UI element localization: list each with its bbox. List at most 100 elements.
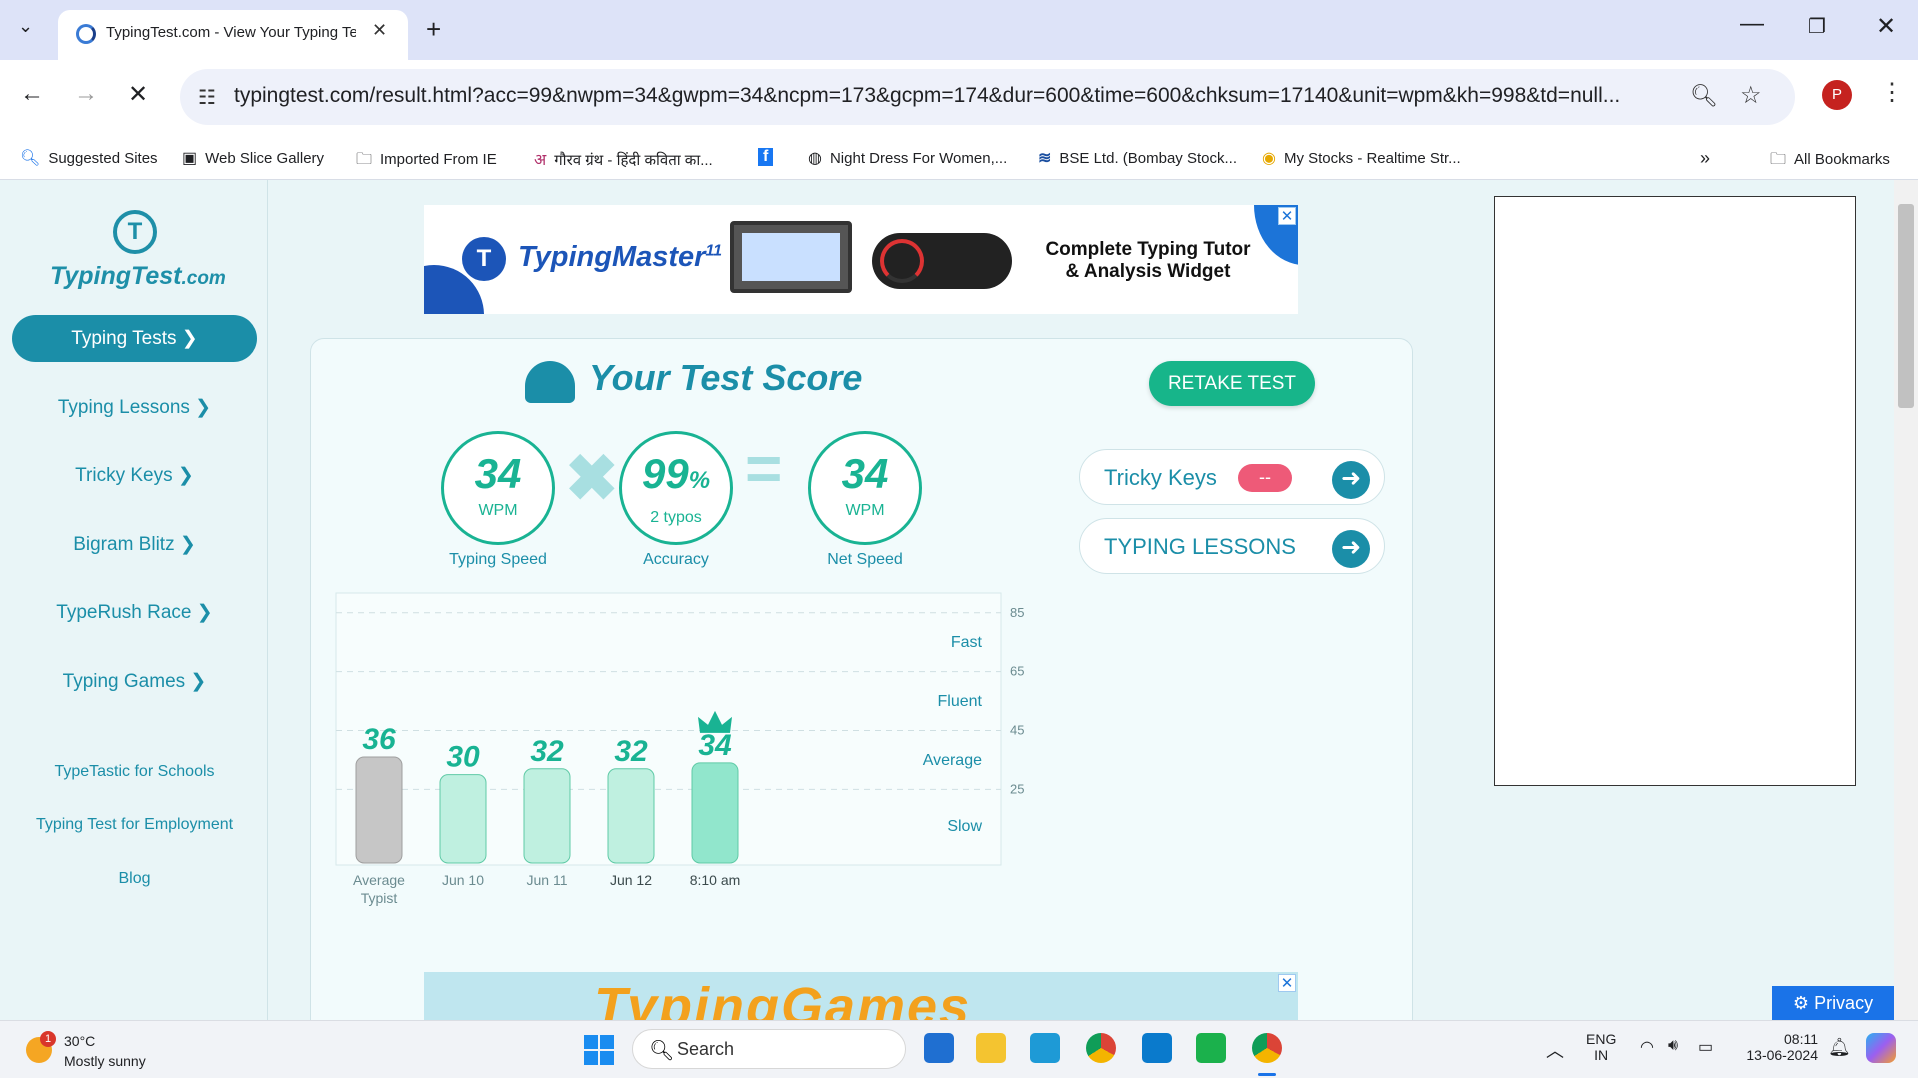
minimize-icon[interactable]: — xyxy=(1740,10,1764,38)
typing-lessons-pill[interactable]: TYPING LESSONS ➜ xyxy=(1079,518,1385,574)
more-bookmarks-icon[interactable]: » xyxy=(1700,148,1710,169)
sidebar-link-typetastic[interactable]: TypeTastic for Schools xyxy=(12,763,257,781)
speedometer-icon xyxy=(525,361,575,403)
sidebar-item-bigram-blitz[interactable]: Bigram Blitz ❯ xyxy=(12,533,257,556)
bookmark-bse[interactable]: ≋ BSE Ltd. (Bombay Stock... xyxy=(1038,148,1237,168)
bookmark-hindi-kavita[interactable]: अ गौरव ग्रंथ - हिंदी कविता का... xyxy=(534,148,713,170)
zone-label: Fast xyxy=(951,634,983,651)
windows-start-icon[interactable] xyxy=(584,1035,614,1065)
chart-bar xyxy=(607,768,655,864)
active-tab[interactable]: TypingTest.com - View Your Typing Te ✕ xyxy=(58,10,408,60)
sidebar: T TypingTest.com Typing Tests ❯ Typing L… xyxy=(0,180,268,1020)
bar-value-label: 32 xyxy=(530,735,564,768)
equals-icon: = xyxy=(745,432,783,504)
folder-icon: 🗀 xyxy=(1770,151,1787,168)
net-speed-unit: WPM xyxy=(845,502,885,519)
language-indicator[interactable]: ENG IN xyxy=(1586,1031,1616,1063)
tray-overflow-icon[interactable]: ︿ xyxy=(1546,1037,1564,1063)
net-speed-value: 34 xyxy=(841,450,889,497)
ad-tagline-2: & Analysis Widget xyxy=(1065,261,1231,282)
typingmaster-logo-icon: T xyxy=(462,237,506,281)
ad-banner-bottom[interactable]: TypingGames ✕ xyxy=(424,972,1298,1020)
typing-speed-value: 34 xyxy=(474,450,522,497)
typing-speed-circle: 34 WPM xyxy=(441,431,555,545)
ad-brand: TypingMaster xyxy=(518,241,706,273)
window-close-icon[interactable]: ✕ xyxy=(1876,12,1896,41)
sidebar-item-tricky-keys[interactable]: Tricky Keys ❯ xyxy=(12,464,257,487)
notifications-icon[interactable]: 🔔︎ xyxy=(1828,1037,1851,1058)
sidebar-link-blog[interactable]: Blog xyxy=(12,870,257,888)
bookmark-my-stocks[interactable]: ◉ My Stocks - Realtime Str... xyxy=(1262,148,1461,168)
file-explorer-icon[interactable] xyxy=(976,1033,1006,1063)
weather-condition: Mostly sunny xyxy=(64,1053,146,1069)
zoom-icon[interactable]: 🔍︎ xyxy=(1690,83,1718,109)
copilot-icon[interactable] xyxy=(1866,1033,1896,1063)
clock-time: 08:11 xyxy=(1784,1031,1818,1047)
y-tick-label: 25 xyxy=(1010,781,1024,796)
new-tab-icon[interactable]: + xyxy=(426,14,441,45)
site-info-icon[interactable]: ☷ xyxy=(198,85,216,110)
chart-bar xyxy=(523,768,571,864)
browser-menu-icon[interactable]: ⋮ xyxy=(1880,78,1904,107)
sidebar-item-typing-tests[interactable]: Typing Tests ❯ xyxy=(12,315,257,362)
temperature: 30°C xyxy=(64,1033,96,1049)
all-bookmarks[interactable]: 🗀 All Bookmarks xyxy=(1770,148,1890,175)
tab-close-icon[interactable]: ✕ xyxy=(372,20,387,41)
bookmark-suggested-sites[interactable]: 🔍︎ Suggested Sites xyxy=(20,148,158,168)
x-tick-label: Jun 11 xyxy=(527,872,568,888)
ad-version: 11 xyxy=(705,242,723,260)
ad-close-icon[interactable]: ✕ xyxy=(1278,974,1296,992)
battery-icon[interactable]: ▭ xyxy=(1698,1037,1713,1057)
back-icon[interactable]: ← xyxy=(20,80,44,108)
typing-lessons-label: TYPING LESSONS xyxy=(1104,534,1296,559)
gear-icon: ⚙ xyxy=(1792,993,1815,1013)
bookmark-night-dress[interactable]: ◍ Night Dress For Women,... xyxy=(808,148,1007,168)
ad-close-icon[interactable]: ✕ xyxy=(1278,207,1296,225)
x-tick-label: Typist xyxy=(361,890,398,906)
scrollbar-thumb[interactable] xyxy=(1898,204,1914,408)
stop-loading-icon[interactable]: ✕ xyxy=(128,80,148,109)
profile-avatar[interactable]: P xyxy=(1822,80,1852,110)
address-bar[interactable]: ☷ typingtest.com/result.html?acc=99&nwpm… xyxy=(180,69,1795,125)
clock[interactable]: 08:11 13-06-2024 xyxy=(1740,1031,1818,1063)
tab-search-chevron-icon[interactable]: ⌄ xyxy=(18,16,33,37)
chrome-profile-icon[interactable] xyxy=(1252,1033,1282,1063)
stocks-icon: ◉ xyxy=(1262,150,1276,167)
restore-icon[interactable]: ❐ xyxy=(1808,14,1826,39)
sidebar-item-typerush-race[interactable]: TypeRush Race ❯ xyxy=(12,601,257,624)
arrow-right-icon[interactable]: ➜ xyxy=(1332,530,1370,568)
sidebar-item-typing-lessons[interactable]: Typing Lessons ❯ xyxy=(12,396,257,419)
stock-app-icon[interactable] xyxy=(1196,1033,1226,1063)
facebook-icon: f xyxy=(758,148,774,166)
sidebar-item-typing-games[interactable]: Typing Games ❯ xyxy=(12,670,257,693)
bookmark-imported-from-ie[interactable]: 🗀 Imported From IE xyxy=(356,148,497,175)
notepad-icon[interactable] xyxy=(924,1033,954,1063)
wifi-icon[interactable]: ◠ xyxy=(1640,1037,1654,1057)
vscode-icon[interactable] xyxy=(1142,1033,1172,1063)
page-scrollbar[interactable] xyxy=(1894,180,1918,1020)
accuracy-typos: 2 typos xyxy=(650,509,702,526)
sidebar-link-employment[interactable]: Typing Test for Employment xyxy=(12,816,257,834)
tricky-keys-label: Tricky Keys xyxy=(1104,465,1217,490)
taskbar-search[interactable]: 🔍︎ Search xyxy=(632,1029,906,1069)
retake-test-button[interactable]: RETAKE TEST xyxy=(1149,361,1315,406)
bookmark-star-icon[interactable]: ☆ xyxy=(1740,81,1762,110)
bookmark-facebook[interactable]: f xyxy=(758,148,781,166)
chrome-icon[interactable] xyxy=(1086,1033,1116,1063)
tab-strip: ⌄ TypingTest.com - View Your Typing Te ✕… xyxy=(0,0,1918,60)
x-tick-label: Average xyxy=(353,872,405,888)
zone-label: Slow xyxy=(947,818,982,835)
privacy-button[interactable]: ⚙ Privacy xyxy=(1772,986,1894,1020)
logo-suffix: .com xyxy=(181,268,226,289)
search-icon: 🔍︎ xyxy=(649,1040,675,1062)
bookmark-web-slice-gallery[interactable]: ▣ Web Slice Gallery xyxy=(182,148,324,168)
forward-icon[interactable]: → xyxy=(74,80,98,108)
tricky-keys-pill[interactable]: Tricky Keys -- ➜ xyxy=(1079,449,1385,505)
volume-icon[interactable]: 🔊︎ xyxy=(1668,1037,1678,1055)
site-logo[interactable]: T TypingTest.com xyxy=(50,210,226,291)
ad-banner-top[interactable]: T TypingMaster11 Complete Typing Tutor & … xyxy=(424,205,1298,314)
folder-icon: 🗀 xyxy=(356,151,373,168)
arrow-right-icon[interactable]: ➜ xyxy=(1332,461,1370,499)
desktop-app-icon[interactable] xyxy=(1030,1033,1060,1063)
url-text[interactable]: typingtest.com/result.html?acc=99&nwpm=3… xyxy=(234,84,1674,108)
